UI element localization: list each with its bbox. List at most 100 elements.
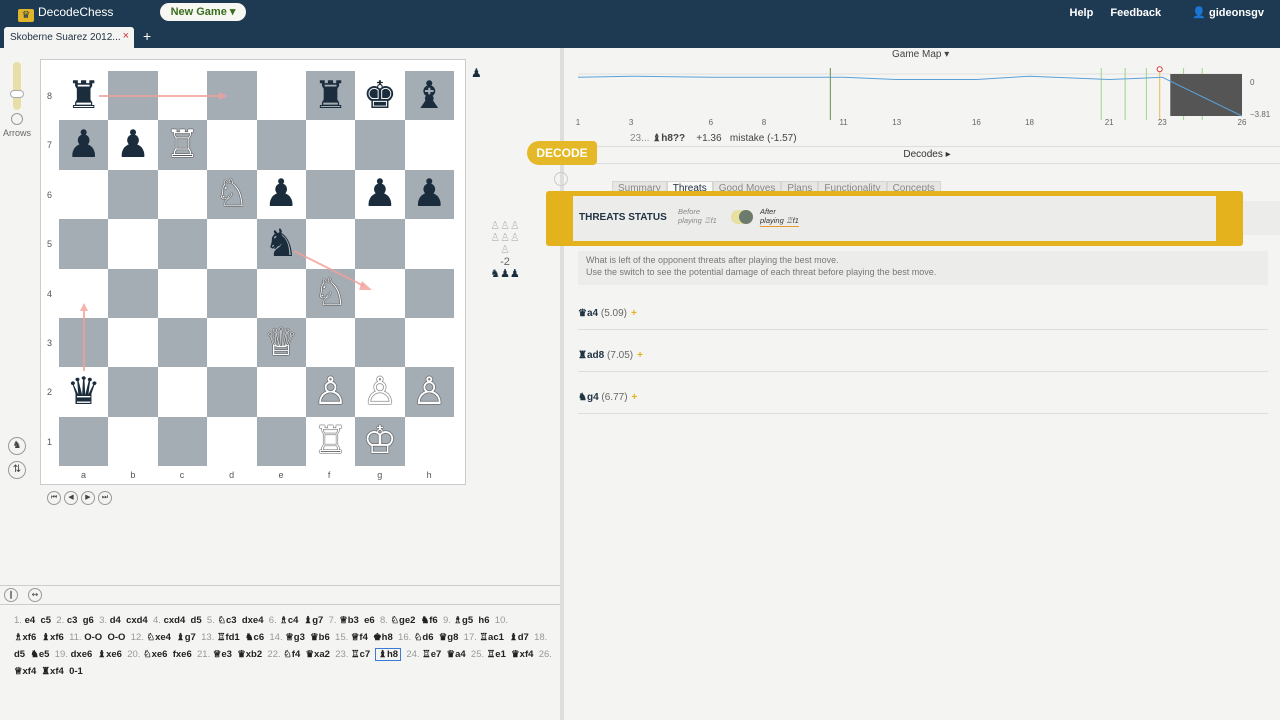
move-item[interactable]: e6 xyxy=(364,615,375,626)
move-item[interactable]: ♖e1 xyxy=(487,649,506,660)
threat-row[interactable]: ♛a4 (5.09) + xyxy=(578,300,1268,330)
square-a6[interactable] xyxy=(59,169,109,220)
move-item[interactable]: fxe6 xyxy=(173,649,192,660)
piece-f4[interactable]: ♘ xyxy=(314,274,348,312)
square-c7[interactable]: ♖ xyxy=(157,120,208,170)
move-item[interactable]: ♘xe6 xyxy=(143,649,167,660)
move-item[interactable]: ♝h8 xyxy=(375,648,402,661)
piece-h8[interactable]: ♝ xyxy=(412,77,446,115)
piece-a2[interactable]: ♛ xyxy=(67,373,101,411)
move-item[interactable]: c5 xyxy=(40,615,51,626)
next-move-button[interactable]: ▶ xyxy=(81,491,95,505)
slider-knob[interactable] xyxy=(10,90,24,98)
square-e6[interactable]: ♟ xyxy=(256,169,306,220)
move-item[interactable]: g6 xyxy=(83,615,94,626)
move-item[interactable]: ♘ge2 xyxy=(391,615,416,626)
move-item[interactable]: ♛g8 xyxy=(439,632,459,643)
square-h6[interactable]: ♟ xyxy=(404,169,455,220)
square-c2[interactable] xyxy=(157,367,208,417)
move-item[interactable]: ♛b6 xyxy=(310,632,330,643)
arrows-toggle-icon[interactable] xyxy=(11,113,23,125)
square-c3[interactable] xyxy=(157,317,208,368)
piece-c7[interactable]: ♖ xyxy=(165,126,199,164)
branch-icon[interactable]: ↭ xyxy=(28,588,42,602)
help-link[interactable]: Help xyxy=(1070,7,1094,19)
move-item[interactable]: ♕b3 xyxy=(339,615,359,626)
decodes-toggle[interactable]: Decodes ▸ xyxy=(564,146,1280,164)
chess-board[interactable]: ♜ ♜ ♚ ♝ ♟ ♟ ♖ ♘ ♟ ♟ ♟ ♞ ♘ ♕ ♛ ♙ ♙ ♙ ♖ ♔ xyxy=(59,71,455,467)
pause-icon[interactable]: ∥ xyxy=(4,588,18,602)
move-item[interactable]: d5 xyxy=(14,649,25,660)
square-d3[interactable] xyxy=(207,317,257,368)
move-item[interactable]: d4 xyxy=(110,615,121,626)
square-d5[interactable] xyxy=(207,219,257,269)
square-a2[interactable]: ♛ xyxy=(59,367,109,417)
square-a7[interactable]: ♟ xyxy=(59,120,109,170)
move-item[interactable]: ♛xa2 xyxy=(306,649,330,660)
move-item[interactable]: ♖ac1 xyxy=(480,632,504,643)
move-item[interactable]: ♘f4 xyxy=(283,649,300,660)
piece-f1[interactable]: ♖ xyxy=(314,422,348,460)
square-h7[interactable] xyxy=(404,120,455,170)
square-c6[interactable] xyxy=(157,169,208,220)
move-item[interactable]: ♖fd1 xyxy=(217,632,240,643)
move-item[interactable]: ♖c7 xyxy=(351,649,370,660)
move-item[interactable]: O-O xyxy=(107,632,125,643)
move-item[interactable]: dxe6 xyxy=(71,649,93,660)
threat-row[interactable]: ♜ad8 (7.05) + xyxy=(578,342,1268,372)
decode-button[interactable]: DECODE xyxy=(527,141,597,165)
arrows-slider[interactable] xyxy=(10,62,24,110)
piece-g1[interactable]: ♔ xyxy=(363,422,397,460)
square-g6[interactable]: ♟ xyxy=(355,169,405,220)
move-item[interactable]: ♗g5 xyxy=(454,615,474,626)
square-f3[interactable] xyxy=(305,317,356,368)
square-d6[interactable]: ♘ xyxy=(207,169,257,220)
move-item[interactable]: O-O xyxy=(84,632,102,643)
move-item[interactable]: ♖e7 xyxy=(422,649,441,660)
move-item[interactable]: cxd4 xyxy=(126,615,148,626)
move-item[interactable]: ♝xf6 xyxy=(42,632,64,643)
square-h3[interactable] xyxy=(404,317,455,368)
feedback-link[interactable]: Feedback xyxy=(1110,7,1161,19)
app-logo[interactable]: ♛ DecodeChess xyxy=(18,5,113,22)
piece-e6[interactable]: ♟ xyxy=(264,175,298,213)
move-item[interactable]: ♕xf4 xyxy=(14,666,36,677)
game-tab[interactable]: Skoberne Suarez 2012... × xyxy=(4,27,134,48)
square-f2[interactable]: ♙ xyxy=(305,367,356,417)
square-g2[interactable]: ♙ xyxy=(355,367,405,417)
move-item[interactable]: ♛xb2 xyxy=(237,649,262,660)
square-c5[interactable] xyxy=(157,219,208,269)
piece-b7[interactable]: ♟ xyxy=(116,126,150,164)
square-g5[interactable] xyxy=(355,219,405,269)
move-item[interactable]: e4 xyxy=(25,615,36,626)
move-item[interactable]: ♕f4 xyxy=(351,632,368,643)
expand-icon[interactable]: + xyxy=(631,308,637,319)
square-e3[interactable]: ♕ xyxy=(256,317,306,368)
game-map-toggle[interactable]: Game Map ▾ xyxy=(892,49,949,60)
threats-switch[interactable] xyxy=(731,210,753,224)
square-b6[interactable] xyxy=(108,169,158,220)
square-d8[interactable] xyxy=(207,71,257,121)
square-a4[interactable] xyxy=(59,268,109,318)
piece-h6[interactable]: ♟ xyxy=(412,175,446,213)
square-f7[interactable] xyxy=(305,120,356,170)
close-tab-icon[interactable]: × xyxy=(123,30,129,42)
threat-row[interactable]: ♞g4 (6.77) + xyxy=(578,384,1268,414)
square-h2[interactable]: ♙ xyxy=(404,367,455,417)
analysis-icon[interactable]: ♞ xyxy=(8,437,26,455)
square-e4[interactable] xyxy=(256,268,306,318)
move-item[interactable]: ♕g3 xyxy=(285,632,305,643)
switch-knob[interactable] xyxy=(739,210,753,224)
square-d7[interactable] xyxy=(207,120,257,170)
square-c8[interactable] xyxy=(157,71,208,121)
square-b1[interactable] xyxy=(108,416,158,467)
last-move-button[interactable]: ⏭ xyxy=(98,491,112,505)
after-label[interactable]: After playing ♖f1 xyxy=(760,207,799,227)
move-item[interactable]: ♝d7 xyxy=(509,632,529,643)
first-move-button[interactable]: ⏮ xyxy=(47,491,61,505)
square-e5[interactable]: ♞ xyxy=(256,219,306,269)
square-b2[interactable] xyxy=(108,367,158,417)
add-tab-button[interactable]: + xyxy=(143,28,151,44)
move-item[interactable]: dxe4 xyxy=(242,615,264,626)
move-item[interactable]: ♗xf6 xyxy=(14,632,36,643)
